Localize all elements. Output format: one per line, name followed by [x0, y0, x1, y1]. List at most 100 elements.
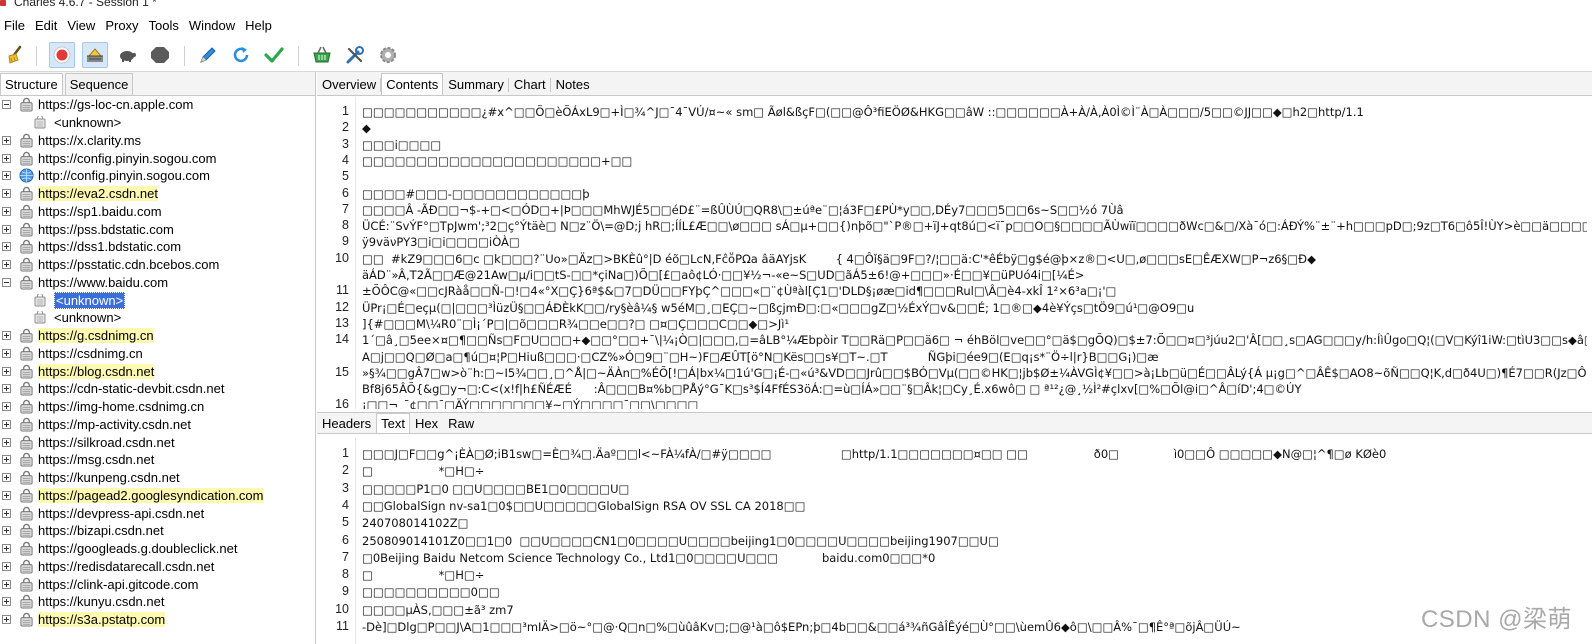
host-row[interactable]: https://sp1.baidu.com	[0, 203, 315, 221]
expand-icon[interactable]	[2, 615, 11, 625]
host-row[interactable]: https://redisdatarecall.csdn.net	[0, 558, 315, 576]
tab-headers[interactable]: Headers	[317, 413, 376, 433]
menu-proxy[interactable]: Proxy	[101, 14, 144, 38]
response-text-pane[interactable]: 1 □□□J□F□□g^¡ÈÀ□Ø;iB1sw□=È□¾□.Äaº□□l<~FÀ¼…	[317, 438, 1592, 644]
tab-overview[interactable]: Overview	[317, 73, 382, 95]
expand-icon[interactable]	[2, 384, 11, 394]
lock-icon	[18, 416, 34, 432]
host-row[interactable]: http://config.pinyin.sogou.com	[0, 167, 315, 185]
expand-icon[interactable]	[2, 366, 11, 376]
menu-window[interactable]: Window	[185, 14, 241, 38]
expand-icon[interactable]	[2, 561, 11, 571]
expand-icon[interactable]	[2, 171, 11, 181]
host-row[interactable]: https://img-home.csdnimg.cn	[0, 398, 315, 416]
host-row[interactable]: https://config.pinyin.sogou.com	[0, 149, 315, 167]
request-row[interactable]: <unknown>	[0, 114, 315, 132]
expand-icon[interactable]	[2, 224, 11, 234]
host-row[interactable]: https://kunyu.csdn.net	[0, 593, 315, 611]
expand-icon[interactable]	[2, 508, 11, 518]
host-row[interactable]: https://eva2.csdn.net	[0, 185, 315, 203]
expand-icon[interactable]	[2, 490, 11, 500]
menu-edit[interactable]: Edit	[31, 14, 63, 38]
expand-icon[interactable]	[2, 526, 11, 536]
host-row[interactable]: https://www.baidu.com	[0, 274, 315, 292]
host-row[interactable]: https://msg.csdn.net	[0, 451, 315, 469]
menu-tools[interactable]: Tools	[145, 14, 185, 38]
lock-icon	[18, 541, 34, 557]
host-row[interactable]: https://devpress-api.csdn.net	[0, 504, 315, 522]
expand-icon[interactable]	[2, 597, 11, 607]
throttle-icon[interactable]	[82, 42, 108, 68]
basket-icon[interactable]	[309, 42, 335, 68]
menu-view[interactable]: View	[63, 14, 101, 38]
code-line: »§¾□□gÂ7□w>ò¨h:□~I5¾□□¸□^Å|□~ÄÀn□%ÉÕ[!□Á…	[362, 365, 1587, 380]
code-line: A□j□□Q□Ø□a□¶ú□¤¦P□Hiuß□□□·□CZ%»Ó□9□¨□H~)…	[362, 349, 1159, 364]
host-row[interactable]: https://blog.csdn.net	[0, 362, 315, 380]
request-text-pane[interactable]: 1 □□□□□□□□□□□¿#x^□□Õ□èÕÁxL9□+Ì□¾^J□¯4¯VÚ/…	[317, 97, 1592, 409]
host-row[interactable]: https://pss.bdstatic.com	[0, 220, 315, 238]
host-row[interactable]: https://gs-loc-cn.apple.com	[0, 96, 315, 114]
tab-summary[interactable]: Summary	[443, 73, 509, 95]
tab-raw[interactable]: Raw	[443, 413, 479, 433]
record-icon[interactable]	[49, 42, 75, 68]
host-tree: https://gs-loc-cn.apple.com <unknown> http…	[0, 96, 315, 629]
refresh-icon[interactable]	[228, 42, 254, 68]
host-label: https://kunpeng.csdn.net	[38, 470, 180, 486]
expand-icon[interactable]	[2, 242, 11, 252]
host-row[interactable]: https://kunpeng.csdn.net	[0, 469, 315, 487]
expand-icon[interactable]	[2, 544, 11, 554]
host-row[interactable]: https://mp-activity.csdn.net	[0, 416, 315, 434]
line-number: 7	[342, 201, 349, 216]
expand-icon[interactable]	[2, 473, 11, 483]
check-icon[interactable]	[261, 42, 287, 68]
breakpoint-icon[interactable]	[147, 42, 173, 68]
collapse-icon[interactable]	[2, 277, 11, 287]
tab-structure[interactable]: Structure	[0, 73, 63, 95]
expand-icon[interactable]	[2, 455, 11, 465]
host-row[interactable]: https://psstatic.cdn.bcebos.com	[0, 256, 315, 274]
menu-file[interactable]: File	[0, 14, 31, 38]
host-row[interactable]: https://x.clarity.ms	[0, 132, 315, 150]
expand-icon[interactable]	[2, 402, 11, 412]
host-row[interactable]: https://g.csdnimg.cn	[0, 327, 315, 345]
expand-icon[interactable]	[2, 579, 11, 589]
tab-contents[interactable]: Contents	[381, 73, 444, 95]
request-row[interactable]: <unknown>	[0, 309, 315, 327]
host-row[interactable]: https://clink-api.gitcode.com	[0, 575, 315, 593]
tab-notes[interactable]: Notes	[551, 73, 595, 95]
host-row[interactable]: https://silkroad.csdn.net	[0, 433, 315, 451]
settings-icon[interactable]	[375, 42, 401, 68]
expand-icon[interactable]	[2, 189, 11, 199]
menu-help[interactable]: Help	[241, 14, 278, 38]
host-row[interactable]: https://cdn-static-devbit.csdn.net	[0, 380, 315, 398]
host-row[interactable]: https://csdnimg.cn	[0, 345, 315, 363]
tab-chart[interactable]: Chart	[509, 73, 551, 95]
host-row[interactable]: https://dss1.bdstatic.com	[0, 238, 315, 256]
pen-icon[interactable]	[195, 42, 221, 68]
expand-icon[interactable]	[2, 153, 11, 163]
expand-icon[interactable]	[2, 206, 11, 216]
tools-icon[interactable]	[342, 42, 368, 68]
tab-sequence[interactable]: Sequence	[64, 73, 134, 95]
expand-icon[interactable]	[2, 260, 11, 270]
expand-icon[interactable]	[2, 135, 11, 145]
code-line: ÜPr¡□É□eçµ(□|□□□³ÌüzÜ§□□ÁÐÈkK□□/ry§èâ¼§ …	[362, 300, 1195, 315]
host-label: https://www.baidu.com	[38, 274, 169, 290]
request-row[interactable]: <unknown>	[0, 291, 315, 309]
host-row[interactable]: https://pagead2.googlesyndication.com	[0, 487, 315, 505]
collapse-icon[interactable]	[2, 100, 11, 110]
turtle-icon[interactable]	[114, 42, 140, 68]
tab-text[interactable]: Text	[376, 413, 410, 433]
tab-hex[interactable]: Hex	[410, 413, 443, 433]
broom-icon[interactable]	[2, 42, 28, 68]
host-row[interactable]: https://googleads.g.doubleclick.net	[0, 540, 315, 558]
expand-icon[interactable]	[2, 331, 11, 341]
code-line: 250809014101Z0□□1□0 □□U□□□□CN1□0□□□□U□□□…	[362, 533, 999, 548]
expand-icon[interactable]	[2, 348, 11, 358]
host-row[interactable]: https://bizapi.csdn.net	[0, 522, 315, 540]
expand-icon[interactable]	[2, 419, 11, 429]
host-row[interactable]: https://s3a.pstatp.com	[0, 611, 315, 629]
code-line: □□ #kZ9□□□6□c □k□□□?¨Uo»□Äz□>BKÈû°|D éõ□…	[362, 251, 1316, 266]
host-label: https://googleads.g.doubleclick.net	[38, 541, 238, 557]
expand-icon[interactable]	[2, 437, 11, 447]
